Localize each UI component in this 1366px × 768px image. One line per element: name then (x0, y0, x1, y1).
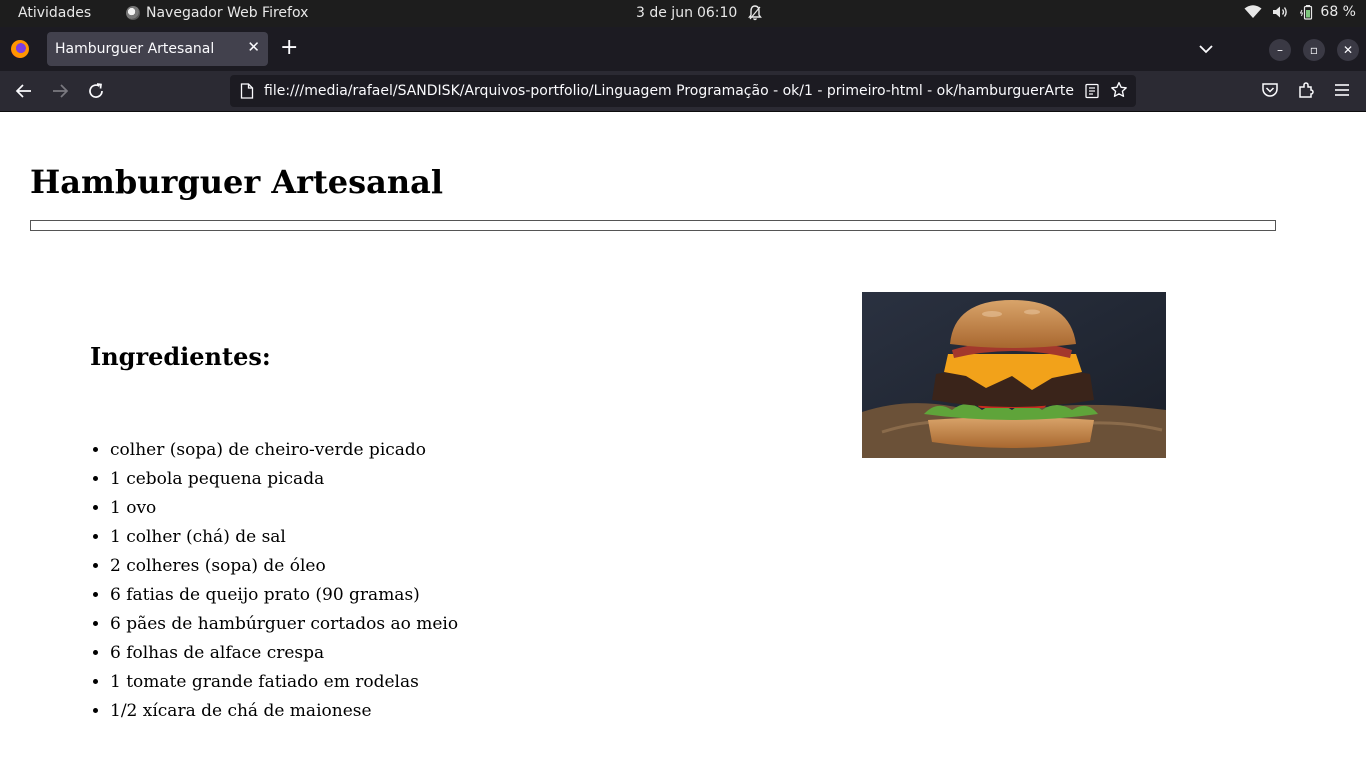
firefox-icon[interactable] (11, 40, 29, 58)
list-item: 6 fatias de queijo prato (90 gramas) (110, 583, 458, 612)
firefox-app-icon (126, 6, 140, 20)
list-item: 6 folhas de alface crespa (110, 641, 458, 670)
tab-title: Hamburguer Artesanal (55, 41, 215, 57)
wifi-icon (1244, 5, 1262, 18)
activities-button[interactable]: Atividades (18, 5, 91, 21)
list-item: 1 tomate grande fatiado em rodelas (110, 670, 458, 699)
bell-icon[interactable] (748, 5, 762, 21)
battery-icon (1300, 5, 1313, 20)
new-tab-button[interactable]: + (280, 36, 298, 60)
list-item: 6 pães de hambúrguer cortados ao meio (110, 612, 458, 641)
reader-view-icon[interactable] (1084, 83, 1100, 99)
list-item: 2 colheres (sopa) de óleo (110, 554, 458, 583)
reload-icon[interactable] (86, 81, 106, 101)
app-name-label: Navegador Web Firefox (146, 5, 309, 21)
extensions-icon[interactable] (1297, 81, 1315, 99)
clock-button[interactable]: 3 de jun 06:10 (636, 5, 737, 21)
url-bar[interactable]: file:///media/rafael/SANDISK/Arquivos-po… (230, 75, 1136, 107)
battery-percentage: 68 % (1320, 4, 1356, 20)
tab-hamburguer-artesanal[interactable]: Hamburguer Artesanal ✕ (47, 32, 268, 66)
app-menu[interactable]: Navegador Web Firefox (126, 5, 308, 21)
time-label: 06:10 (696, 5, 738, 21)
hamburger-menu-icon[interactable] (1333, 81, 1351, 99)
list-item: 1 cebola pequena picada (110, 467, 458, 496)
url-text[interactable]: file:///media/rafael/SANDISK/Arquivos-po… (264, 83, 1074, 99)
list-item: 1/2 xícara de chá de maionese (110, 699, 458, 728)
close-window-button[interactable]: ✕ (1337, 39, 1359, 61)
list-item: 1 colher (chá) de sal (110, 525, 458, 554)
bookmark-star-icon[interactable] (1110, 81, 1128, 99)
hamburger-photo (862, 292, 1166, 458)
navigation-bar: file:///media/rafael/SANDISK/Arquivos-po… (0, 71, 1366, 111)
back-arrow-icon[interactable] (14, 81, 34, 101)
chevron-down-icon[interactable] (1196, 39, 1216, 59)
ingredients-heading: Ingredientes: (90, 342, 271, 371)
restore-button[interactable]: ▫ (1303, 39, 1325, 61)
system-top-bar: Atividades Navegador Web Firefox 3 de ju… (0, 0, 1366, 27)
pocket-icon[interactable] (1261, 81, 1279, 99)
minimize-button[interactable]: – (1269, 39, 1291, 61)
page-content: Hamburguer Artesanal Ingredientes: colhe… (0, 112, 1366, 768)
page-icon[interactable] (240, 83, 254, 99)
list-item: 1 ovo (110, 496, 458, 525)
list-item: colher (sopa) de cheiro-verde picado (110, 438, 458, 467)
date-label: 3 de jun (636, 5, 693, 21)
page-title: Hamburguer Artesanal (30, 163, 444, 201)
ingredients-list: colher (sopa) de cheiro-verde picado 1 c… (110, 438, 458, 728)
forward-arrow-icon[interactable] (50, 81, 70, 101)
tab-strip: Hamburguer Artesanal ✕ + – ▫ ✕ (0, 27, 1366, 71)
close-tab-icon[interactable]: ✕ (247, 38, 260, 56)
system-tray[interactable]: 68 % (1244, 4, 1356, 20)
horizontal-rule (30, 220, 1276, 231)
volume-icon (1273, 6, 1288, 18)
